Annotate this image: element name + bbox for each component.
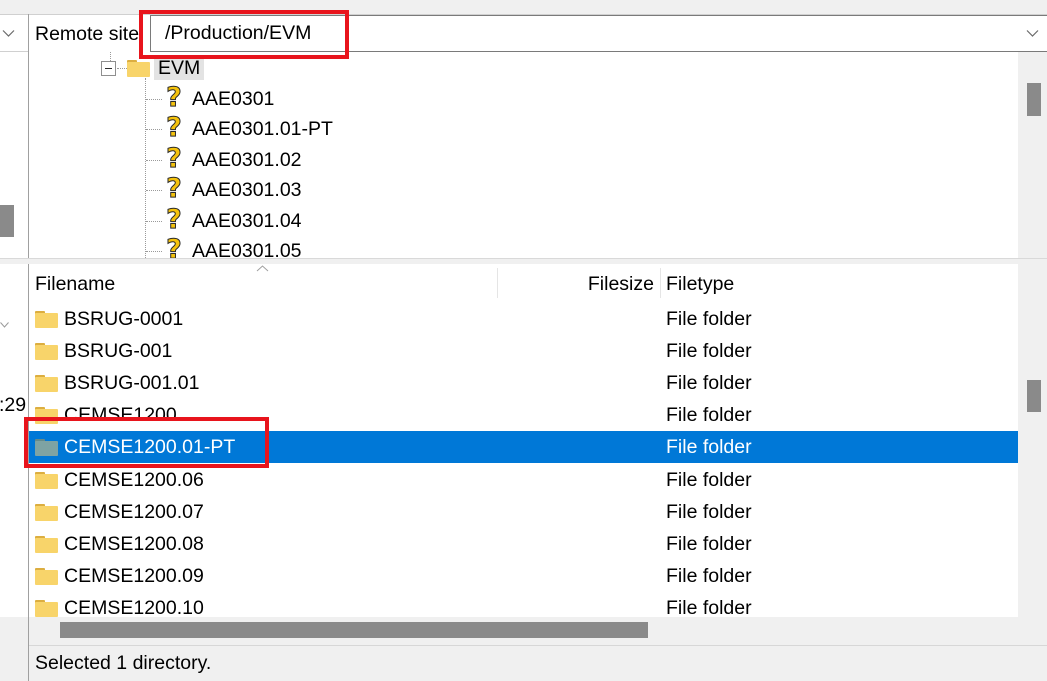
file-name: CEMSE1200.06	[64, 469, 204, 491]
status-bar: Selected 1 directory.	[29, 645, 1047, 681]
chevron-down-icon[interactable]	[1026, 29, 1039, 38]
tree-connector-line	[146, 221, 162, 222]
file-row[interactable]: CEMSE1200.08 File folder	[29, 528, 1018, 560]
file-type: File folder	[666, 501, 752, 523]
list-header: Filename Filesize Filetype	[29, 264, 1018, 302]
file-name: BSRUG-0001	[64, 308, 184, 330]
local-directory-tree[interactable]	[0, 52, 28, 258]
tree-node-label: AAE0301	[192, 88, 275, 110]
column-header-filetype[interactable]: Filetype	[661, 264, 1018, 302]
status-text: Selected 1 directory.	[35, 652, 212, 674]
file-name: BSRUG-001.01	[64, 372, 200, 394]
folder-icon	[35, 311, 58, 328]
local-tree-scrollbar-thumb[interactable]	[0, 205, 14, 237]
question-mark-icon	[163, 83, 185, 114]
sort-ascending-icon	[256, 265, 269, 272]
folder-icon	[35, 472, 58, 489]
tree-node-label: AAE0301.04	[192, 210, 302, 232]
folder-icon	[35, 568, 58, 585]
remote-list-horizontal-scrollbar[interactable]	[29, 617, 1018, 645]
file-row[interactable]: CEMSE1200.09 File folder	[29, 560, 1018, 592]
remote-list-vertical-scrollbar[interactable]	[1018, 264, 1047, 617]
tree-connector-line	[146, 129, 162, 130]
tree-node-label: AAE0301.05	[192, 240, 302, 258]
tree-connector-line	[146, 251, 162, 252]
column-header-label: Filename	[35, 273, 116, 295]
chevron-down-icon	[0, 322, 9, 328]
file-type: File folder	[666, 372, 752, 394]
tree-connector-line	[146, 99, 162, 100]
tree-connector-line	[146, 190, 162, 191]
file-type: File folder	[666, 597, 752, 617]
tree-node-item[interactable]: AAE0301.03	[163, 174, 463, 205]
tree-node-evm[interactable]: EVM	[154, 57, 205, 80]
file-row[interactable]: CEMSE1200.07 File folder	[29, 496, 1018, 528]
tree-node-label: AAE0301.03	[192, 179, 302, 201]
tree-node-item[interactable]: AAE0301	[163, 83, 463, 114]
file-type: File folder	[666, 469, 752, 491]
folder-icon	[35, 343, 58, 360]
file-type: File folder	[666, 565, 752, 587]
collapse-minus-icon[interactable]	[101, 61, 116, 76]
chevron-down-icon[interactable]	[2, 29, 15, 38]
tree-connector-line	[117, 68, 127, 69]
file-type: File folder	[666, 436, 752, 458]
scrollbar-corner	[1018, 617, 1047, 645]
folder-icon	[127, 60, 150, 77]
tree-connector-line	[110, 52, 111, 61]
file-type: File folder	[666, 340, 752, 362]
file-row[interactable]: CEMSE1200.06 File folder	[29, 464, 1018, 496]
folder-icon	[35, 600, 58, 617]
remote-tree-vertical-scrollbar[interactable]	[1018, 52, 1047, 258]
column-header-filesize[interactable]: Filesize	[498, 264, 660, 302]
file-name: BSRUG-001	[64, 340, 173, 362]
question-mark-icon	[163, 113, 185, 144]
scrollbar-thumb[interactable]	[60, 622, 648, 638]
tree-connector-line	[146, 160, 162, 161]
file-row[interactable]: BSRUG-0001 File folder	[29, 303, 1018, 335]
file-name: CEMSE1200.09	[64, 565, 204, 587]
remote-directory-tree[interactable]: EVM AAE0301 AAE0301.01-PT AAE0301.02 AAE…	[29, 52, 1018, 258]
file-type: File folder	[666, 404, 752, 426]
tree-node-item[interactable]: AAE0301.02	[163, 144, 463, 175]
question-mark-icon	[163, 174, 185, 205]
folder-icon	[35, 536, 58, 553]
file-type: File folder	[666, 308, 752, 330]
file-type: File folder	[666, 533, 752, 555]
local-list-fragment: :29	[0, 394, 27, 416]
tree-node-label: AAE0301.02	[192, 149, 302, 171]
scrollbar-thumb[interactable]	[1027, 83, 1041, 116]
column-header-label: Filesize	[587, 273, 654, 295]
local-site-combobox[interactable]	[0, 14, 28, 52]
column-header-label: Filetype	[666, 273, 735, 295]
ftp-client-window: :29 Remote site: /Production/EVM EVM AAE…	[0, 0, 1047, 681]
file-name: CEMSE1200.10	[64, 597, 204, 617]
folder-icon	[35, 504, 58, 521]
tree-node-label: AAE0301.01-PT	[192, 118, 333, 140]
scrollbar-thumb[interactable]	[1027, 380, 1041, 412]
remote-site-label: Remote site:	[35, 23, 145, 45]
question-mark-icon	[163, 235, 185, 258]
file-row[interactable]: CEMSE1200.10 File folder	[29, 592, 1018, 617]
tree-connector-line	[145, 78, 146, 258]
file-row[interactable]: BSRUG-001 File folder	[29, 335, 1018, 367]
file-row[interactable]: BSRUG-001.01 File folder	[29, 367, 1018, 399]
annotation-highlight-box	[139, 10, 349, 59]
tree-node-item[interactable]: AAE0301.05	[163, 235, 463, 258]
question-mark-icon	[163, 144, 185, 175]
folder-icon	[35, 375, 58, 392]
question-mark-icon	[163, 205, 185, 236]
file-name: CEMSE1200.07	[64, 501, 204, 523]
tree-node-item[interactable]: AAE0301.04	[163, 205, 463, 236]
file-name: CEMSE1200.08	[64, 533, 204, 555]
tree-node-item[interactable]: AAE0301.01-PT	[163, 113, 463, 144]
annotation-highlight-box	[24, 417, 269, 468]
